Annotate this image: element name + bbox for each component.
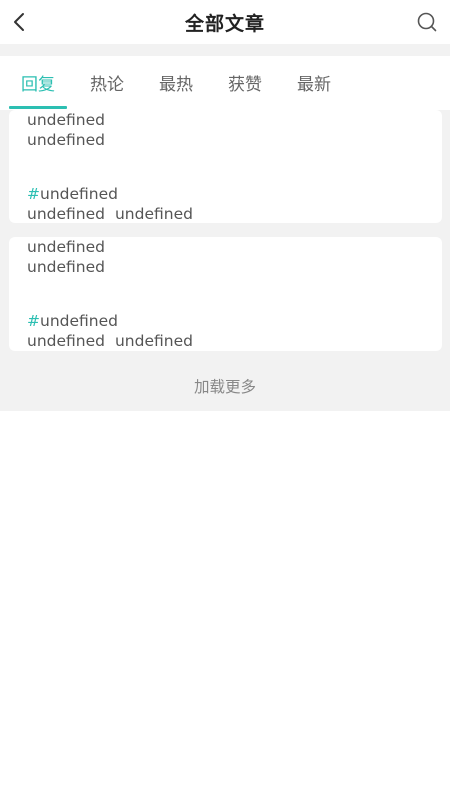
meta-info: undefined xyxy=(114,332,193,350)
tab-hottest[interactable]: 最热 xyxy=(159,70,193,95)
page-title: 全部文章 xyxy=(184,13,265,35)
article-summary: undefined xyxy=(27,258,105,276)
header-bar: 全部文章 xyxy=(0,0,450,44)
load-more-button[interactable]: 加载更多 xyxy=(0,375,450,397)
article-topic[interactable]: #undefined xyxy=(27,311,118,331)
tab-hot-discussion[interactable]: 热论 xyxy=(90,70,124,95)
article-meta: undefined undefined xyxy=(27,331,193,351)
header-divider xyxy=(0,44,450,56)
meta-author: undefined xyxy=(27,332,105,350)
active-tab-indicator xyxy=(9,106,67,109)
meta-info: undefined xyxy=(114,205,193,223)
tab-newest[interactable]: 最新 xyxy=(297,70,331,95)
tab-bar: 回复 热论 最热 获赞 最新 xyxy=(0,56,450,110)
hash-symbol: # xyxy=(27,312,40,330)
search-icon xyxy=(417,12,437,32)
article-meta: undefined undefined xyxy=(27,204,193,224)
article-topic[interactable]: #undefined xyxy=(27,184,118,204)
article-summary: undefined xyxy=(27,131,105,149)
topic-name: undefined xyxy=(40,185,118,203)
tab-most-liked[interactable]: 获赞 xyxy=(228,70,262,95)
article-list: undefined undefined #undefined undefined… xyxy=(0,110,450,411)
article-title: undefined xyxy=(27,111,105,129)
article-card[interactable]: undefined undefined #undefined undefined… xyxy=(9,237,442,351)
hash-symbol: # xyxy=(27,185,40,203)
article-card[interactable]: undefined undefined #undefined undefined… xyxy=(9,110,442,223)
article-title: undefined xyxy=(27,238,105,256)
tab-reply[interactable]: 回复 xyxy=(21,70,55,95)
search-button[interactable] xyxy=(414,9,440,35)
topic-name: undefined xyxy=(40,312,118,330)
meta-author: undefined xyxy=(27,205,105,223)
